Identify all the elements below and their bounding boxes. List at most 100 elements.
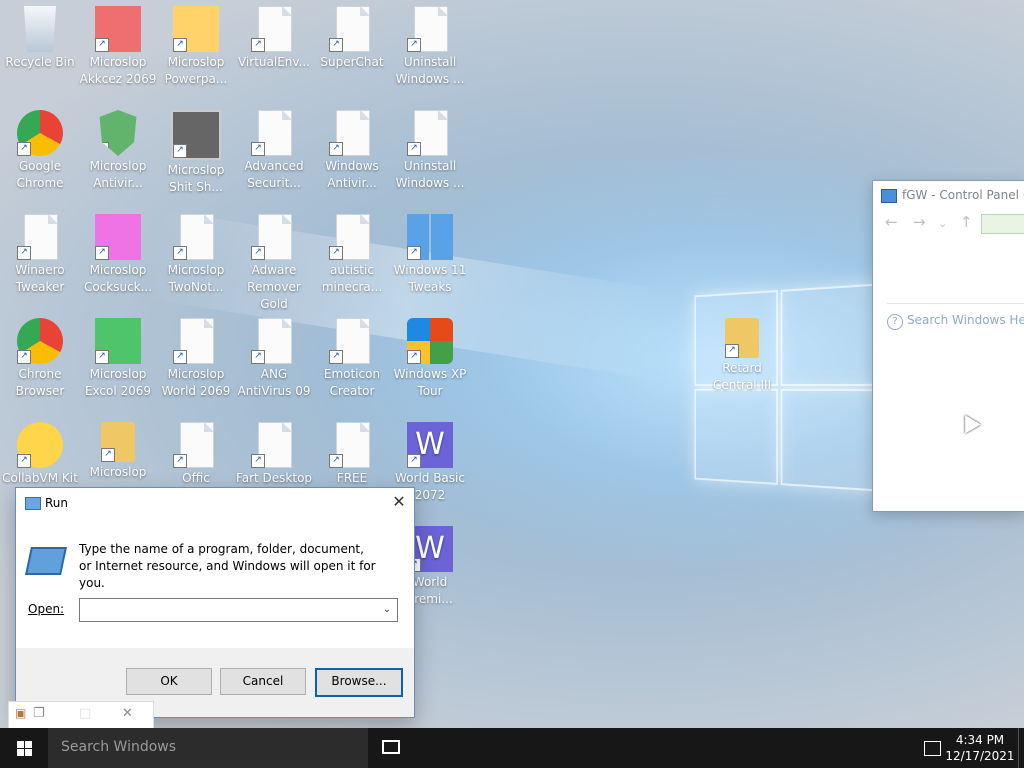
desktop-icon[interactable]: ↗ autistic minecra... <box>312 208 392 304</box>
shortcut-arrow-icon: ↗ <box>95 246 109 260</box>
shortcut-arrow-icon: ↗ <box>251 350 265 364</box>
close-icon[interactable]: ✕ <box>122 706 133 721</box>
desktop-icon-label: Offic <box>182 471 210 485</box>
shield-icon: ↗ <box>99 110 137 156</box>
browse-button[interactable]: Browse... <box>315 668 403 697</box>
shortcut-arrow-icon: ↗ <box>95 350 109 364</box>
shortcut-arrow-icon: ↗ <box>95 38 109 52</box>
open-label-text: Open: <box>28 602 65 616</box>
close-icon[interactable]: ✕ <box>384 488 414 518</box>
desktop-icon[interactable]: ↗ VirtualEnv... <box>234 0 314 96</box>
notification-icon[interactable] <box>924 741 941 756</box>
file-icon: ↗ <box>251 318 297 364</box>
control-panel-window[interactable]: fGW - Control Panel (N ← → ⌄ ↑ ? Search W… <box>872 180 1024 512</box>
desktop-icon[interactable]: Recycle Bin <box>0 0 80 96</box>
shortcut-arrow-icon: ↗ <box>99 142 109 156</box>
file-icon: ↗ <box>251 110 297 156</box>
shortcut-arrow-icon: ↗ <box>407 454 421 468</box>
desktop-icon-label: Fart Desktop <box>235 471 313 485</box>
desktop-icon-label: Uninstall Windows ... <box>395 55 465 86</box>
desktop-icon[interactable]: ↗ Uninstall Windows ... <box>390 0 470 96</box>
show-desktop-button[interactable] <box>1018 728 1024 768</box>
desktop-icon[interactable]: ↗ Microslop Akkcez 2069 <box>78 0 158 96</box>
start-button[interactable] <box>0 728 48 768</box>
shortcut-arrow-icon: ↗ <box>251 246 265 260</box>
c-icon: ↗ <box>95 214 141 260</box>
folder-icon: ▣ <box>15 706 27 720</box>
desktop-icon-label: Microslop Powerpa... <box>164 55 228 86</box>
file-icon: ↗ <box>251 214 297 260</box>
taskbar-search[interactable]: Search Windows <box>48 728 368 768</box>
task-view-icon[interactable] <box>382 740 400 754</box>
open-input[interactable] <box>83 599 377 621</box>
desktop-icon-label: Retard Central III <box>712 361 772 392</box>
desktop-icon[interactable]: ↗ Microslop Powerpa... <box>156 0 236 96</box>
back-arrow-icon[interactable]: ← <box>885 213 898 231</box>
desktop-icon[interactable]: ↗ Windows XP Tour <box>390 312 470 408</box>
forward-arrow-icon[interactable]: → <box>913 213 926 231</box>
desktop-icon-label: CollabVM Kit <box>2 471 78 485</box>
desktop-icon-label: Microslop Antivir... <box>89 159 147 190</box>
file-icon: ↗ <box>329 318 375 364</box>
desktop-icon[interactable]: ↗ Windows 11 Tweaks <box>390 208 470 304</box>
desktop-icon[interactable]: ↗ Microslop Antivir... <box>78 104 158 200</box>
desktop-icon[interactable]: ↗ Windows Antivir... <box>312 104 392 200</box>
folder-icon: ↗ <box>101 422 135 462</box>
desktop-icon[interactable]: ↗ Google Chrome <box>0 104 80 200</box>
w-icon: W↗ <box>407 422 453 468</box>
maximize-icon[interactable]: □ <box>79 706 91 721</box>
desktop-icon[interactable]: ↗ Microslop Cocksuck... <box>78 208 158 304</box>
ok-button[interactable]: OK <box>126 668 212 695</box>
desktop-icon-label: Chrone Browser <box>15 367 65 398</box>
recent-locations-icon[interactable]: ⌄ <box>938 217 947 230</box>
recycle-bin-icon <box>23 6 57 52</box>
shortcut-arrow-icon: ↗ <box>329 454 343 468</box>
powerpoint-icon: ↗ <box>173 6 219 52</box>
open-combobox[interactable]: ⌄ <box>79 598 398 622</box>
up-arrow-icon[interactable]: ↑ <box>960 213 973 231</box>
control-panel-navigation: ← → ⌄ ↑ <box>873 209 1024 237</box>
file-icon: ↗ <box>173 422 219 468</box>
file-icon: ↗ <box>407 6 453 52</box>
desktop-icon-label: Microslop TwoNot... <box>167 263 225 294</box>
desktop-icon[interactable]: ↗ Emoticon Creator <box>312 312 392 408</box>
shortcut-arrow-icon: ↗ <box>173 144 187 158</box>
cancel-button[interactable]: Cancel <box>220 668 306 695</box>
shortcut-arrow-icon: ↗ <box>173 350 187 364</box>
run-title-bar[interactable]: Run ✕ <box>16 488 414 518</box>
desktop-icon[interactable]: ↗ Retard Central III <box>702 312 782 408</box>
desktop-icon[interactable]: ↗ ANG AntiVirus 09 <box>234 312 314 408</box>
minimized-window-stub[interactable]: ▣ ❐ □ ✕ <box>8 701 154 729</box>
restore-icon[interactable]: ❐ <box>33 706 45 721</box>
desktop-icon[interactable]: ↗ Advanced Securit... <box>234 104 314 200</box>
file-icon: ↗ <box>329 422 375 468</box>
file-icon: ↗ <box>407 110 453 156</box>
desktop-icon-label: VirtualEnv... <box>237 55 310 69</box>
desktop-icon[interactable]: ↗ SuperChat <box>312 0 392 96</box>
date: 12/17/2021 <box>945 749 1015 763</box>
desktop-icon-label: Windows Antivir... <box>325 159 379 190</box>
shortcut-arrow-icon: ↗ <box>329 246 343 260</box>
taskbar: Search Windows 4:34 PM 12/17/2021 <box>0 728 1024 768</box>
control-panel-title-bar[interactable]: fGW - Control Panel (N <box>873 181 1024 209</box>
desktop-icon[interactable]: ↗ Microslop TwoNot... <box>156 208 236 304</box>
desktop-icon[interactable]: ↗ Microslop Excol 2069 <box>78 312 158 408</box>
desktop-icon[interactable]: ↗ Microslop Shit Sh... <box>156 104 236 200</box>
taskbar-clock[interactable]: 4:34 PM 12/17/2021 <box>940 732 1020 764</box>
excel-icon: ↗ <box>95 318 141 364</box>
desktop-icon[interactable]: ↗ Adware Remover Gold <box>234 208 314 311</box>
desktop-icon[interactable]: ↗ Chrone Browser <box>0 312 80 408</box>
desktop-icon-label: Winaero Tweaker <box>15 263 65 294</box>
desktop-icon[interactable]: ↗ Microslop World 2069 <box>156 312 236 408</box>
run-dialog[interactable]: Run ✕ Type the name of a program, folder… <box>15 487 415 718</box>
run-description: Type the name of a program, folder, docu… <box>79 542 376 590</box>
search-windows-help-link[interactable]: ? Search Windows Help <box>887 313 1024 330</box>
file-icon: ↗ <box>251 6 297 52</box>
desktop-icon-label: Recycle Bin <box>5 55 75 69</box>
desktop-icon-label: Microslop World 2069 <box>161 367 231 398</box>
desktop-icon[interactable]: ↗ Winaero Tweaker <box>0 208 80 304</box>
desktop-icon[interactable]: ↗ Uninstall Windows ... <box>390 104 470 200</box>
desktop-icon-label: SuperChat <box>320 55 384 69</box>
dropdown-arrow-icon[interactable]: ⌄ <box>379 601 395 619</box>
address-bar[interactable] <box>981 214 1024 234</box>
